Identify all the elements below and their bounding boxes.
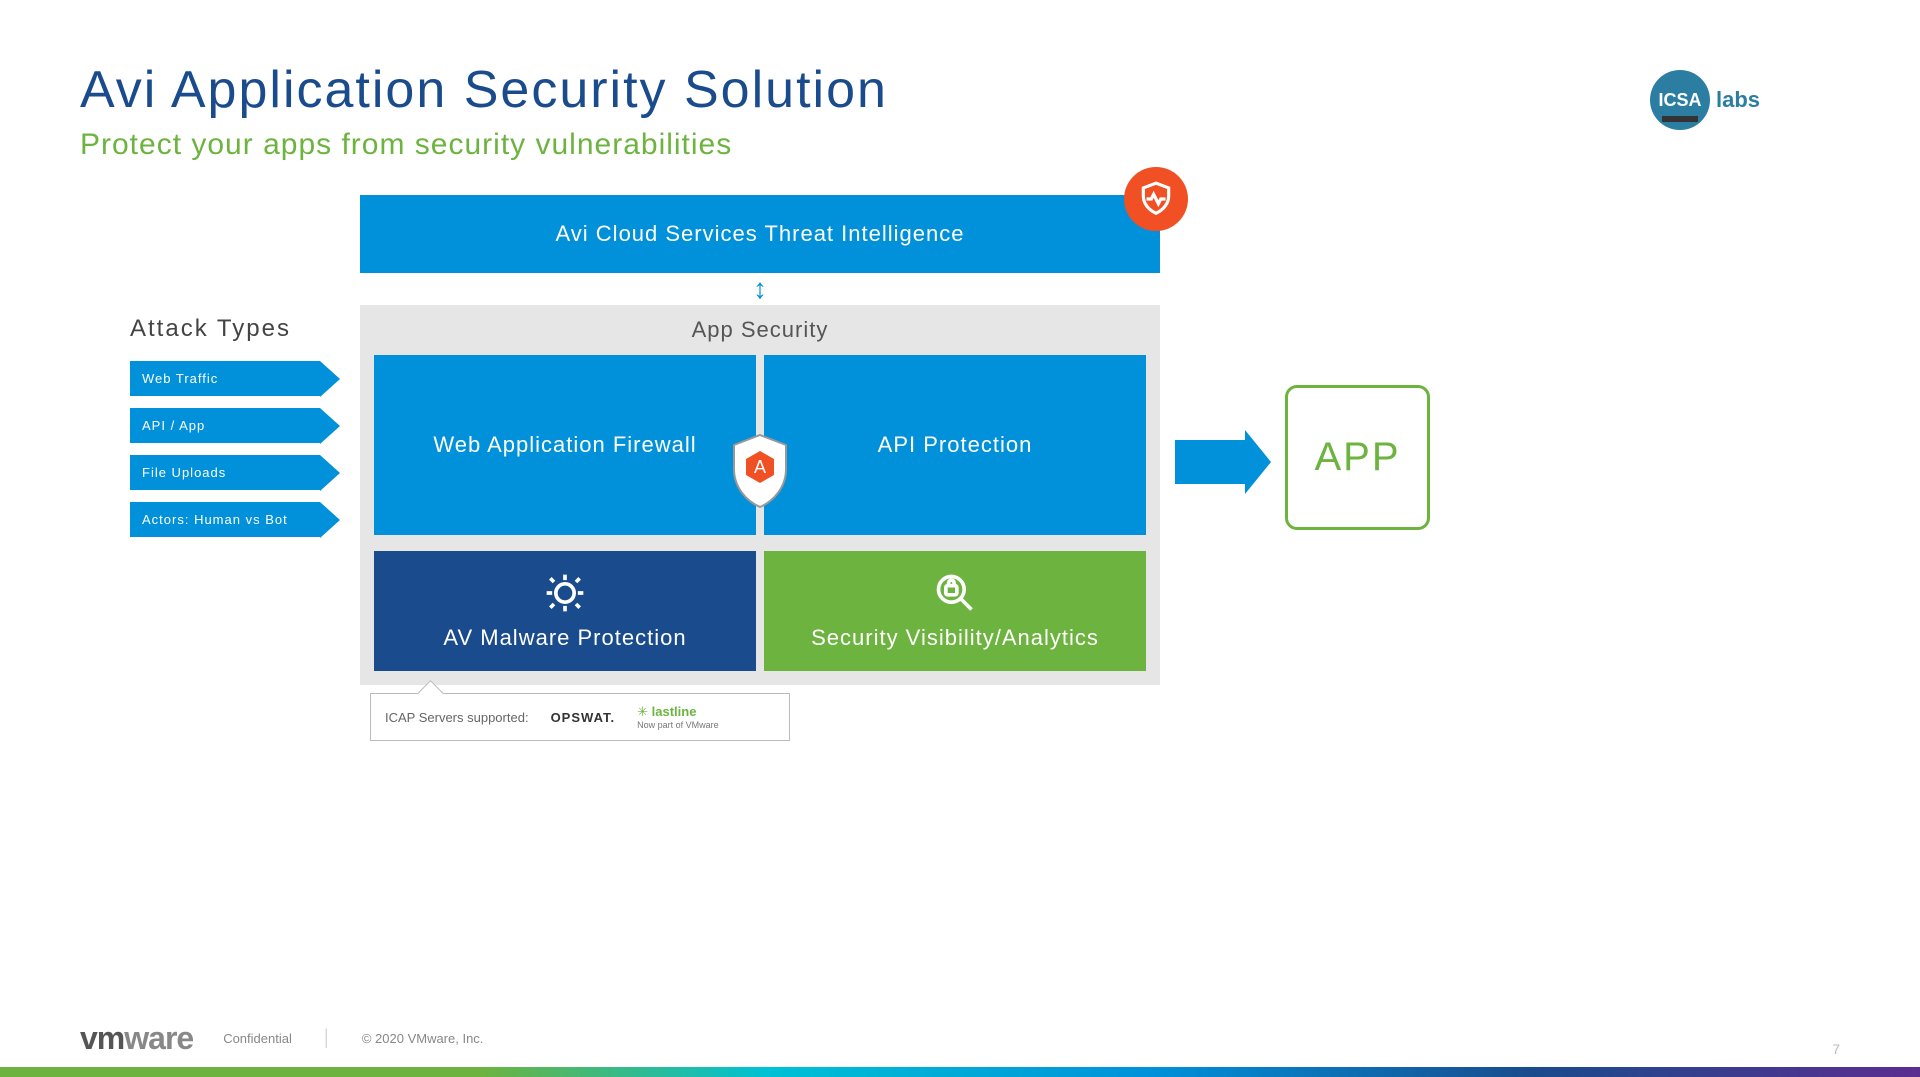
flow-arrow-icon [1175,440,1245,484]
copyright-label: © 2020 VMware, Inc. [362,1031,484,1046]
icap-label: ICAP Servers supported: [385,710,529,725]
attack-arrow: API / App [130,408,320,443]
av-malware-cell: AV Malware Protection [374,551,756,671]
diagram-stack: Avi Cloud Services Threat Intelligence ↕… [360,195,1160,741]
attack-arrow: Web Traffic [130,361,320,396]
vmware-logo: vmware [80,1020,193,1057]
app-security-container: App Security Web Application Firewall AP… [360,305,1160,685]
gradient-bar [0,1067,1920,1077]
api-protection-cell: API Protection [764,355,1146,535]
footer: vmware Confidential │ © 2020 VMware, Inc… [80,1020,1840,1057]
shield-hex-icon: A [728,433,792,509]
attack-types-column: Attack Types Web Traffic API / App File … [130,315,350,549]
threat-shield-pulse-icon [1124,167,1188,231]
visibility-analytics-cell: Security Visibility/Analytics [764,551,1146,671]
waf-label: Web Application Firewall [433,432,696,458]
lastline-text: lastline [652,704,697,719]
slide-title: Avi Application Security Solution [80,60,1840,120]
attack-arrow: Actors: Human vs Bot [130,502,320,537]
labs-text: labs [1716,87,1760,113]
slide: Avi Application Security Solution Protec… [0,0,1920,1077]
icsa-labs-logo: ICSA labs [1650,60,1840,140]
slide-subtitle: Protect your apps from security vulnerab… [80,128,1840,162]
icap-callout: ICAP Servers supported: OPSWAT. ✳ lastli… [370,693,790,741]
attack-arrow: File Uploads [130,455,320,490]
lastline-subtext: Now part of VMware [637,720,719,730]
security-grid: Web Application Firewall API Protection … [374,355,1146,671]
bidirectional-arrow-icon: ↕ [360,273,1160,305]
magnify-lock-icon [933,571,977,615]
svg-text:A: A [754,457,766,477]
bug-icon [543,571,587,615]
cloud-services-bar: Avi Cloud Services Threat Intelligence [360,195,1160,273]
waf-cell: Web Application Firewall [374,355,756,535]
page-number: 7 [1832,1041,1840,1057]
icsa-circle-icon: ICSA [1650,70,1710,130]
av-malware-label: AV Malware Protection [443,625,686,651]
app-box: APP [1285,385,1430,530]
visibility-analytics-label: Security Visibility/Analytics [811,625,1099,651]
cloud-services-label: Avi Cloud Services Threat Intelligence [556,221,965,246]
lastline-logo: ✳ lastline Now part of VMware [637,704,719,730]
opswat-logo-text: OPSWAT. [551,710,616,725]
attack-types-heading: Attack Types [130,315,350,343]
app-security-heading: App Security [374,317,1146,343]
api-protection-label: API Protection [878,432,1033,458]
confidential-label: Confidential [223,1031,292,1046]
